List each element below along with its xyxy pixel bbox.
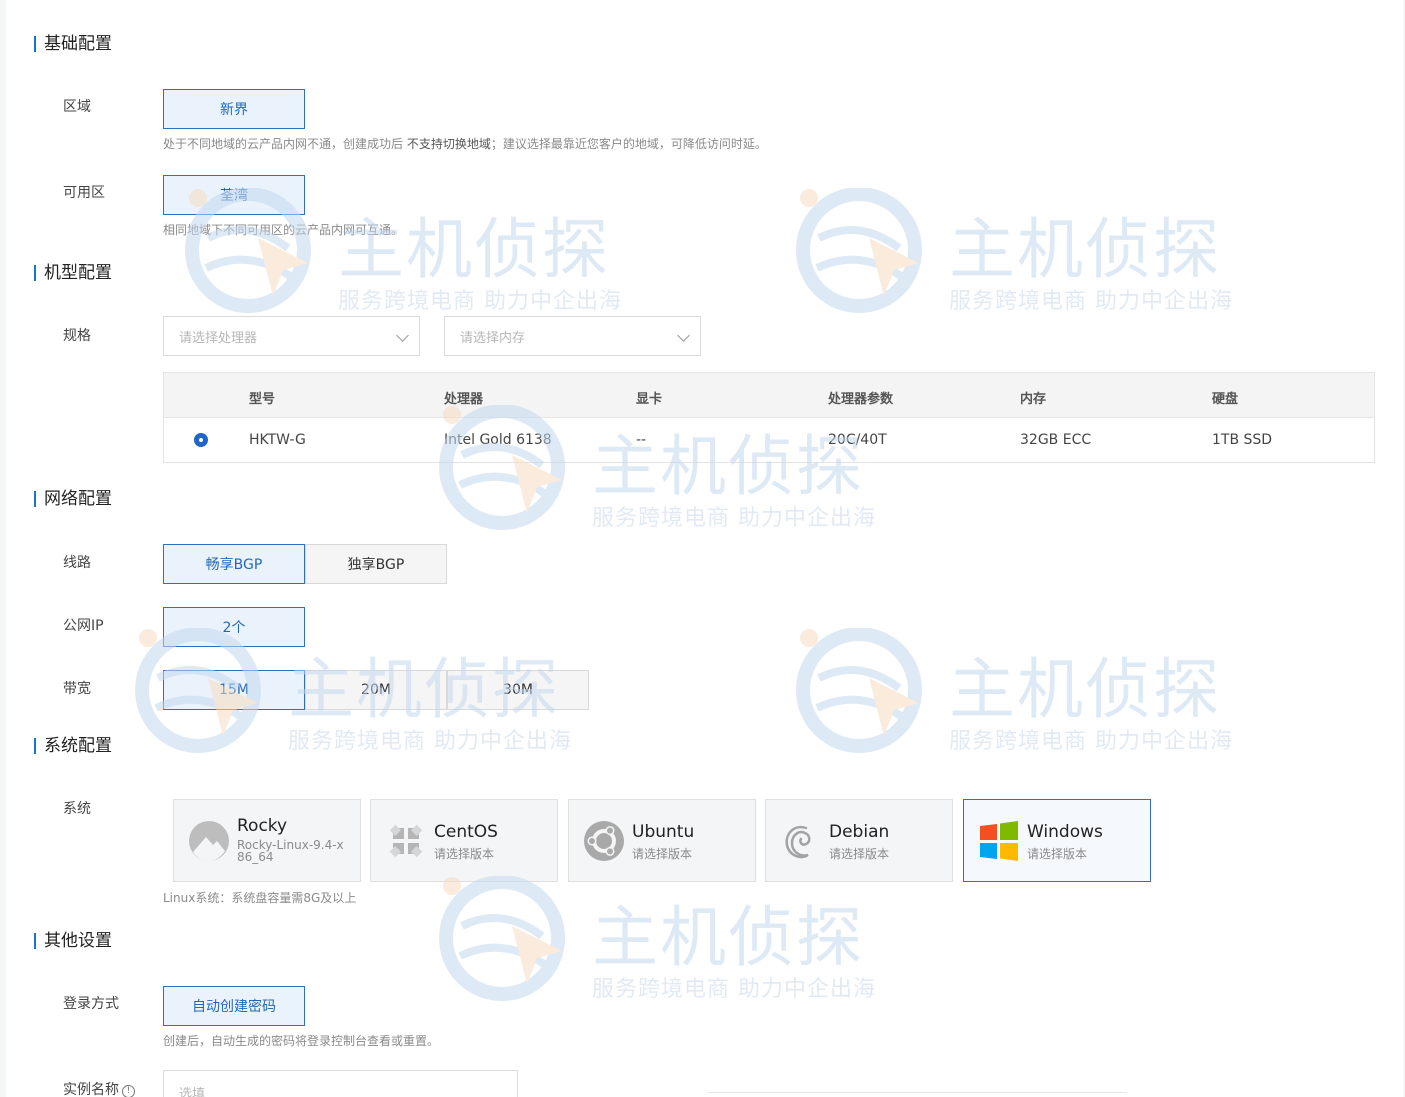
bandwidth-option-30m[interactable]: 30M — [447, 670, 589, 710]
table-cell: -- — [636, 432, 647, 448]
ubuntu-icon — [584, 821, 624, 861]
line-label: 线路 — [63, 555, 91, 571]
zone-option-quanwan[interactable]: 荃湾 — [163, 175, 305, 215]
section-title-other: 其他设置 — [34, 931, 112, 951]
section-title-model: 机型配置 — [34, 263, 112, 283]
table-cell: Intel Gold 6138 — [444, 432, 552, 448]
os-version: 请选择版本 — [632, 847, 693, 861]
memory-select[interactable]: 请选择内存 — [444, 316, 701, 356]
instance-name-label: 实例名称! — [63, 1081, 135, 1097]
help-icon[interactable]: ! — [122, 1085, 135, 1097]
row-radio-selected[interactable] — [194, 433, 208, 447]
table-header-cell: 显卡 — [636, 392, 663, 407]
line-option-shared-bgp[interactable]: 畅享BGP — [163, 544, 305, 584]
spec-table: 型号 处理器 显卡 处理器参数 内存 硬盘 HKTW-G Intel Gold … — [163, 372, 1375, 463]
table-cell: 32GB ECC — [1020, 432, 1092, 448]
table-cell: HKTW-G — [249, 432, 306, 448]
cpu-select[interactable]: 请选择处理器 — [163, 316, 420, 356]
region-option-xinjie[interactable]: 新界 — [163, 89, 305, 129]
os-card-rocky[interactable]: Rocky Rocky-Linux-9.4-x86_64 — [173, 799, 361, 882]
table-header-cell: 内存 — [1020, 392, 1047, 407]
os-version: 请选择版本 — [1027, 847, 1088, 861]
os-card-windows[interactable]: Windows 请选择版本 — [963, 799, 1151, 882]
table-cell: 1TB SSD — [1212, 432, 1273, 448]
login-option-auto-password[interactable]: 自动创建密码 — [163, 986, 305, 1026]
floating-panel-edge — [707, 1092, 1127, 1097]
login-tip: 创建后，自动生成的密码将登录控制台查看或重置。 — [163, 1034, 440, 1048]
instance-name-input[interactable]: 选填 — [163, 1070, 518, 1097]
os-version: 请选择版本 — [434, 847, 495, 861]
os-name: CentOS — [434, 822, 498, 842]
windows-icon — [980, 821, 1018, 861]
system-tip: Linux系统：系统盘容量需8G及以上 — [163, 891, 357, 905]
debian-icon — [785, 825, 811, 859]
os-name: Rocky — [237, 816, 288, 836]
section-title-network: 网络配置 — [34, 489, 112, 509]
os-name: Debian — [829, 822, 890, 842]
spec-label: 规格 — [63, 328, 91, 344]
table-header-cell: 处理器参数 — [828, 392, 894, 407]
bandwidth-label: 带宽 — [63, 681, 91, 697]
os-card-centos[interactable]: CentOS 请选择版本 — [370, 799, 558, 882]
bandwidth-option-20m[interactable]: 20M — [305, 670, 447, 710]
zone-label: 可用区 — [63, 185, 105, 201]
table-header-cell: 硬盘 — [1212, 392, 1239, 407]
line-option-dedicated-bgp[interactable]: 独享BGP — [305, 544, 447, 584]
zone-tip: 相同地域下不同可用区的云产品内网可互通。 — [163, 223, 404, 237]
chevron-down-icon — [677, 329, 690, 342]
os-name: Ubuntu — [632, 822, 695, 842]
region-tip: 处于不同地域的云产品内网不通，创建成功后 不支持切换地域；建议选择最靠近您客户的… — [163, 137, 767, 151]
public-ip-option[interactable]: 2个 — [163, 607, 305, 647]
system-label: 系统 — [63, 801, 91, 817]
bandwidth-option-15m[interactable]: 15M — [163, 670, 305, 710]
rocky-icon — [189, 821, 229, 861]
os-card-debian[interactable]: Debian 请选择版本 — [765, 799, 953, 882]
public-ip-label: 公网IP — [63, 618, 104, 634]
section-title-system: 系统配置 — [34, 736, 112, 756]
table-header-cell: 型号 — [249, 392, 276, 407]
chevron-down-icon — [396, 329, 409, 342]
section-title-basic: 基础配置 — [34, 34, 112, 54]
centos-icon — [389, 824, 423, 858]
table-header — [164, 373, 1374, 418]
os-version: Rocky-Linux-9.4-x86_64 — [237, 838, 344, 864]
region-label: 区域 — [63, 99, 91, 115]
table-header-cell: 处理器 — [444, 392, 484, 407]
os-name: Windows — [1027, 822, 1103, 842]
os-card-ubuntu[interactable]: Ubuntu 请选择版本 — [568, 799, 756, 882]
table-cell: 20C/40T — [828, 432, 887, 448]
login-label: 登录方式 — [63, 996, 119, 1012]
os-version: 请选择版本 — [829, 847, 890, 861]
